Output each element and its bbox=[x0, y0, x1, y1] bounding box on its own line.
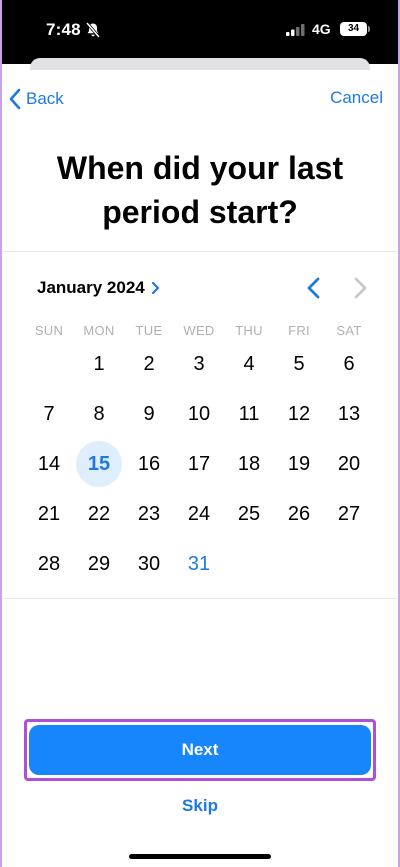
day-cell[interactable]: 6 bbox=[324, 339, 374, 389]
page-title: When did your last period start? bbox=[56, 150, 344, 230]
day-cell[interactable]: 12 bbox=[274, 389, 324, 439]
day-number: 6 bbox=[343, 352, 355, 375]
day-number: 31 bbox=[187, 552, 211, 575]
home-indicator bbox=[129, 854, 271, 859]
weekday-header: SUN MON TUE WED THU FRI SAT bbox=[24, 323, 374, 338]
day-cell[interactable]: 25 bbox=[224, 489, 274, 539]
battery-nub bbox=[368, 26, 370, 32]
weekday-label: WED bbox=[183, 323, 215, 338]
day-cell[interactable]: 11 bbox=[224, 389, 274, 439]
day-cell[interactable]: 14 bbox=[24, 439, 74, 489]
status-bar: 7:48 4G 34 bbox=[0, 0, 400, 64]
day-number: 3 bbox=[193, 352, 205, 375]
day-cell[interactable]: 22 bbox=[74, 489, 124, 539]
day-cell[interactable]: 17 bbox=[174, 439, 224, 489]
day-number: 22 bbox=[87, 502, 111, 525]
signal-icon bbox=[286, 24, 305, 36]
weekday-label: SAT bbox=[336, 323, 362, 338]
day-number: 17 bbox=[187, 452, 211, 475]
day-cell[interactable]: 3 bbox=[174, 339, 224, 389]
day-number: 30 bbox=[137, 552, 161, 575]
day-cell[interactable]: 9 bbox=[124, 389, 174, 439]
day-number: 7 bbox=[43, 402, 55, 425]
calendar-divider bbox=[0, 598, 400, 599]
previous-month-button[interactable] bbox=[304, 276, 324, 300]
day-number: 18 bbox=[237, 452, 261, 475]
weekday-label: TUE bbox=[135, 323, 163, 338]
day-number: 29 bbox=[87, 552, 111, 575]
day-cell[interactable]: 23 bbox=[124, 489, 174, 539]
day-number: 10 bbox=[187, 402, 211, 425]
day-cell[interactable]: 28 bbox=[24, 539, 74, 589]
day-number: 26 bbox=[287, 502, 311, 525]
day-cell[interactable]: 29 bbox=[74, 539, 124, 589]
day-cell[interactable]: 2 bbox=[124, 339, 174, 389]
weekday-label: THU bbox=[235, 323, 263, 338]
day-number: 13 bbox=[337, 402, 361, 425]
day-number: 24 bbox=[187, 502, 211, 525]
day-number: 12 bbox=[287, 402, 311, 425]
day-cell[interactable]: 8 bbox=[74, 389, 124, 439]
day-number: 21 bbox=[37, 502, 61, 525]
weekday-label: MON bbox=[83, 323, 115, 338]
next-button[interactable]: Next bbox=[29, 725, 371, 775]
day-cell[interactable]: 21 bbox=[24, 489, 74, 539]
day-cell[interactable]: 1 bbox=[74, 339, 124, 389]
day-cell[interactable]: 24 bbox=[174, 489, 224, 539]
today-day[interactable]: 31 bbox=[174, 539, 224, 589]
day-cell[interactable]: 5 bbox=[274, 339, 324, 389]
chevron-left-icon bbox=[9, 88, 21, 110]
day-number: 23 bbox=[137, 502, 161, 525]
month-picker-button[interactable]: January 2024 bbox=[37, 278, 160, 298]
day-cell[interactable]: 26 bbox=[274, 489, 324, 539]
day-cell[interactable]: 4 bbox=[224, 339, 274, 389]
day-number: 8 bbox=[93, 402, 105, 425]
day-cell[interactable]: 7 bbox=[24, 389, 74, 439]
day-cell[interactable]: 20 bbox=[324, 439, 374, 489]
day-number: 25 bbox=[237, 502, 261, 525]
title-divider bbox=[0, 251, 400, 252]
network-label: 4G bbox=[312, 21, 331, 37]
cancel-button[interactable]: Cancel bbox=[330, 88, 383, 108]
chevron-right-small-icon bbox=[151, 281, 159, 295]
back-button[interactable]: Back bbox=[8, 86, 64, 112]
day-cell[interactable]: 16 bbox=[124, 439, 174, 489]
selected-day[interactable]: 15 bbox=[74, 439, 124, 489]
day-number: 9 bbox=[143, 402, 155, 425]
day-number: 19 bbox=[287, 452, 311, 475]
day-cell[interactable]: 30 bbox=[124, 539, 174, 589]
back-label: Back bbox=[26, 89, 64, 108]
day-number: 2 bbox=[143, 352, 155, 375]
day-cell[interactable]: 10 bbox=[174, 389, 224, 439]
day-number: 4 bbox=[243, 352, 255, 375]
weekday-label: FRI bbox=[288, 323, 310, 338]
status-time: 7:48 bbox=[46, 20, 81, 39]
day-number: 28 bbox=[37, 552, 61, 575]
day-number: 16 bbox=[137, 452, 161, 475]
calendar-grid: 1 2 3 4 5 6 7 8 9 10 11 12 13 14 15 16 17 18 19 20 21 22 23 24 2… bbox=[24, 339, 374, 589]
day-number: 20 bbox=[337, 452, 361, 475]
weekday-label: SUN bbox=[34, 323, 64, 338]
day-number: 27 bbox=[337, 502, 361, 525]
bell-muted-icon bbox=[86, 22, 100, 38]
day-number: 14 bbox=[37, 452, 61, 475]
day-number: 1 bbox=[93, 352, 105, 375]
battery-icon: 34 bbox=[340, 22, 367, 36]
empty-day-cell bbox=[24, 339, 74, 389]
day-number: 5 bbox=[293, 352, 305, 375]
day-cell[interactable]: 27 bbox=[324, 489, 374, 539]
skip-button[interactable]: Skip bbox=[0, 796, 400, 816]
day-cell[interactable]: 18 bbox=[224, 439, 274, 489]
month-label: January 2024 bbox=[37, 278, 145, 297]
day-cell[interactable]: 19 bbox=[274, 439, 324, 489]
day-cell[interactable]: 13 bbox=[324, 389, 374, 439]
next-month-button[interactable] bbox=[350, 276, 370, 300]
day-number: 15 bbox=[87, 452, 111, 475]
day-number: 11 bbox=[238, 402, 260, 425]
